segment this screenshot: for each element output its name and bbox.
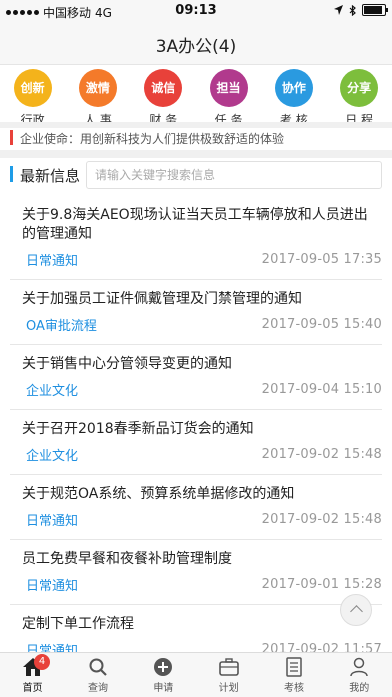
news-item-date: 2017-09-02 11:57 — [261, 642, 382, 652]
news-item-date: 2017-09-04 15:10 — [261, 382, 382, 397]
news-item-meta: 企业文化 2017-09-04 15:10 — [10, 374, 382, 409]
news-item-meta: 企业文化 2017-09-02 15:48 — [10, 439, 382, 474]
tab-apply[interactable]: 申请 — [131, 653, 196, 697]
page-title: 3A办公(4) — [155, 37, 237, 57]
news-item[interactable]: 定制下单工作流程 日常通知 2017-09-02 11:57 — [10, 605, 382, 652]
news-item[interactable]: 关于规范OA系统、预算系统单据修改的通知 日常通知 2017-09-02 15:… — [10, 475, 382, 540]
news-item-date: 2017-09-02 15:48 — [261, 447, 382, 462]
news-item-category: 日常通知 — [26, 579, 79, 594]
tab-label: 我的 — [349, 683, 370, 694]
news-item-meta: 日常通知 2017-09-05 17:35 — [10, 244, 382, 279]
news-item-title: 关于规范OA系统、预算系统单据修改的通知 — [22, 486, 295, 502]
news-item-meta: OA审批流程 2017-09-05 15:40 — [10, 309, 382, 344]
quick-action-hr[interactable]: 激情 人 事 — [65, 64, 130, 127]
passion-badge-icon: 激情 — [78, 69, 117, 107]
mission-banner: 企业使命：用创新科技为人们提供极致舒适的体验 — [0, 128, 392, 148]
quick-action-assessment[interactable]: 协作 考 核 — [261, 64, 326, 127]
news-item-date: 2017-09-01 15:28 — [261, 577, 382, 592]
tab-label: 首页 — [22, 683, 43, 694]
home-icon — [0, 656, 65, 678]
collaboration-badge-icon: 协作 — [274, 69, 313, 107]
tab-label: 申请 — [153, 683, 174, 694]
search-icon — [65, 656, 130, 678]
news-item-category: 企业文化 — [26, 384, 79, 399]
mission-accent-bar — [10, 130, 13, 145]
news-item-meta: 日常通知 2017-09-01 15:28 — [10, 569, 382, 604]
news-item-title: 关于9.8海关AEO现场认证当天员工车辆停放和人员进出的管理通知 — [22, 207, 368, 242]
tab-home[interactable]: 4 首页 — [0, 653, 65, 697]
news-item-category: 日常通知 — [26, 254, 79, 269]
news-item-category: 日常通知 — [26, 644, 79, 652]
battery-icon — [362, 4, 388, 16]
integrity-badge-icon: 诚信 — [144, 69, 183, 107]
location-icon — [334, 5, 343, 15]
news-item-date: 2017-09-05 17:35 — [261, 252, 382, 267]
user-icon — [327, 656, 392, 678]
tab-query[interactable]: 查询 — [65, 653, 130, 697]
news-item[interactable]: 关于销售中心分管领导变更的通知 企业文化 2017-09-04 15:10 — [10, 345, 382, 410]
responsibility-badge-icon: 担当 — [209, 69, 248, 107]
sharing-badge-icon: 分享 — [340, 69, 379, 107]
news-item-date: 2017-09-05 15:40 — [261, 317, 382, 332]
tab-label: 考核 — [283, 683, 304, 694]
news-accent-bar — [10, 166, 13, 182]
news-item[interactable]: 关于召开2018春季新品订货会的通知 企业文化 2017-09-02 15:48 — [10, 410, 382, 475]
news-item-category: OA审批流程 — [26, 319, 97, 334]
plus-icon — [131, 656, 196, 678]
news-item-category: 企业文化 — [26, 449, 79, 464]
news-item[interactable]: 员工免费早餐和夜餐补助管理制度 日常通知 2017-09-01 15:28 — [10, 540, 382, 605]
news-item-category: 日常通知 — [26, 514, 79, 529]
quick-action-admin[interactable]: 创新 行政 — [0, 64, 65, 127]
news-item[interactable]: 关于加强员工证件佩戴管理及门禁管理的通知 OA审批流程 2017-09-05 1… — [10, 280, 382, 345]
news-item-title: 关于加强员工证件佩戴管理及门禁管理的通知 — [22, 291, 302, 307]
tab-label: 计划 — [218, 683, 239, 694]
search-input[interactable] — [86, 161, 382, 189]
news-item-title: 员工免费早餐和夜餐补助管理制度 — [22, 551, 232, 567]
news-item-date: 2017-09-02 15:48 — [261, 512, 382, 527]
tab-bar: 4 首页 查询 申请 计划 考核 我的 — [0, 652, 392, 697]
news-item-title: 关于召开2018春季新品订货会的通知 — [22, 421, 254, 437]
quick-action-schedule[interactable]: 分享 日 程 — [326, 64, 391, 127]
document-icon — [261, 656, 326, 678]
news-item[interactable]: 关于9.8海关AEO现场认证当天员工车辆停放和人员进出的管理通知 日常通知 20… — [10, 196, 382, 280]
news-item-meta: 日常通知 2017-09-02 15:48 — [10, 504, 382, 539]
news-header: 最新信息 — [0, 160, 392, 190]
home-badge: 4 — [34, 654, 50, 670]
tab-assessment[interactable]: 考核 — [261, 653, 326, 697]
news-list: 关于9.8海关AEO现场认证当天员工车辆停放和人员进出的管理通知 日常通知 20… — [0, 196, 392, 652]
tab-label: 查询 — [87, 683, 108, 694]
quick-action-tasks[interactable]: 担当 任 务 — [196, 64, 261, 127]
scroll-to-top-button[interactable] — [340, 594, 372, 626]
tab-plan[interactable]: 计划 — [196, 653, 261, 697]
mission-text: 企业使命：用创新科技为人们提供极致舒适的体验 — [20, 132, 285, 146]
news-section-title: 最新信息 — [20, 167, 81, 185]
briefcase-icon — [196, 656, 261, 678]
quick-action-grid: 创新 行政 激情 人 事 诚信 财 务 担当 任 务 协作 考 核 分享 日 程 — [0, 64, 392, 127]
section-divider — [0, 150, 392, 158]
quick-action-finance[interactable]: 诚信 财 务 — [131, 64, 196, 127]
status-bar: 中国移动 4G 09:13 — [0, 0, 392, 22]
tab-profile[interactable]: 我的 — [327, 653, 392, 697]
innovation-badge-icon: 创新 — [13, 69, 52, 107]
news-item-title: 定制下单工作流程 — [22, 616, 134, 632]
news-item-title: 关于销售中心分管领导变更的通知 — [22, 356, 232, 372]
bluetooth-icon — [349, 4, 356, 16]
status-right — [334, 4, 388, 16]
nav-bar: 3A办公(4) — [0, 22, 392, 65]
news-item-meta: 日常通知 2017-09-02 11:57 — [10, 634, 382, 652]
